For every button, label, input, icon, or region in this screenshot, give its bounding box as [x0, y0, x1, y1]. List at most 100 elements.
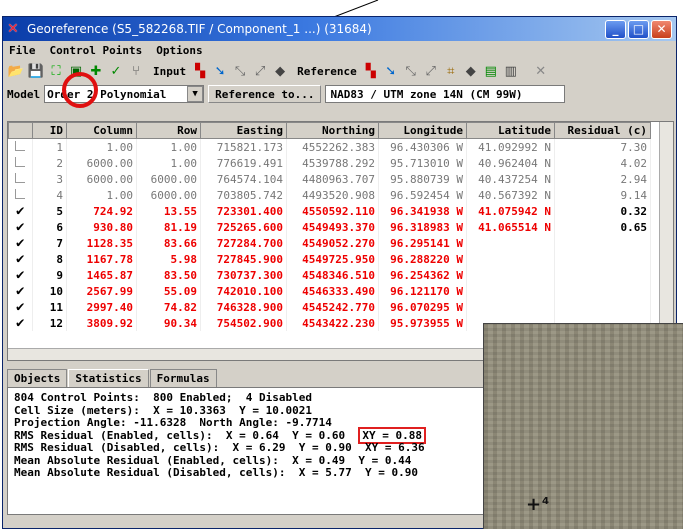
table-row[interactable]: 3 6000.00 6000.00 764574.104 4480963.707 95.8…: [8, 171, 651, 187]
minimize-button[interactable]: _: [605, 19, 626, 39]
checkmark-icon[interactable]: ✔: [8, 203, 33, 219]
table-cell-n: 4545242.770: [286, 299, 379, 315]
close-button[interactable]: ✕: [651, 19, 672, 39]
table-cell-n: 4552262.383: [286, 138, 379, 155]
header-northing[interactable]: Northing: [286, 122, 379, 139]
table-cell-id: 11: [32, 299, 67, 315]
fit-icon[interactable]: ⛶: [47, 62, 65, 80]
table-cell-col: 2567.99: [66, 283, 137, 299]
table-row[interactable]: ✔ 11 2997.40 74.82 746328.900 4545242.770 96.0…: [8, 299, 651, 315]
model-bar: Model Order 2 Polynomial ▼ Reference to.…: [3, 83, 676, 105]
table-cell-lat: 40.437254 N: [466, 171, 555, 187]
table-cell-e: 776619.491: [200, 155, 287, 171]
table-cell-row: 13.55: [136, 203, 201, 219]
checkbox-empty-icon[interactable]: [8, 155, 33, 171]
table-cell-id: 9: [32, 267, 67, 283]
header-easting[interactable]: Easting: [200, 122, 287, 139]
table-cell-lon: 96.341938 W: [378, 203, 467, 219]
checkmark-icon[interactable]: ✔: [8, 315, 33, 331]
checkmark-icon[interactable]: ✔: [8, 267, 33, 283]
reference-to-button[interactable]: Reference to...: [208, 85, 322, 103]
checkbox-empty-icon[interactable]: [8, 138, 33, 155]
table-cell-id: 7: [32, 235, 67, 251]
reference-label: Reference: [297, 64, 357, 78]
table-cell-id: 1: [32, 138, 67, 155]
aerial-image-view: + 1 + 4: [483, 323, 683, 529]
menu-options[interactable]: Options: [156, 44, 202, 57]
reference-zoom-icon[interactable]: ⤡: [402, 62, 420, 80]
table-row[interactable]: ✔ 9 1465.87 83.50 730737.300 4548346.510 96.25…: [8, 267, 651, 283]
table-cell-n: 4549725.950: [286, 251, 379, 267]
chevron-down-icon[interactable]: ▼: [187, 86, 204, 102]
header-longitude[interactable]: Longitude: [378, 122, 467, 139]
layer-icon[interactable]: ▤: [482, 62, 500, 80]
checkmark-icon[interactable]: ✔: [8, 219, 33, 235]
table-cell-lon: 95.880739 W: [378, 171, 467, 187]
input-label: Input: [153, 64, 187, 78]
tab-objects[interactable]: Objects: [7, 369, 68, 387]
table-row[interactable]: 4 1.00 6000.00 703805.742 4493520.908 96.5924…: [8, 187, 651, 203]
table-cell-row: 5.98: [136, 251, 201, 267]
reference-cursor-icon[interactable]: ➘: [382, 62, 400, 80]
table-cell-lon: 96.318983 W: [378, 219, 467, 235]
table-cell-res: [554, 283, 651, 299]
input-zoom-icon[interactable]: ⤡: [231, 62, 249, 80]
table-cell-row: 83.66: [136, 235, 201, 251]
check-icon[interactable]: ✓: [107, 62, 125, 80]
table-row[interactable]: ✔ 6 930.80 81.19 725265.600 4549493.370 96.318…: [8, 219, 651, 235]
header-row[interactable]: Row: [136, 122, 201, 139]
table-cell-row: 90.34: [136, 315, 201, 331]
header-latitude[interactable]: Latitude: [466, 122, 555, 139]
layer-settings-icon[interactable]: ▥: [502, 62, 520, 80]
checkbox-empty-icon[interactable]: [8, 187, 33, 203]
maximize-button[interactable]: □: [628, 19, 649, 39]
table-cell-id: 3: [32, 171, 67, 187]
header-id[interactable]: ID: [32, 122, 67, 139]
table-cell-col: 6000.00: [66, 155, 137, 171]
table-row[interactable]: ✔ 10 2567.99 55.09 742010.100 4546333.490 96.1…: [8, 283, 651, 299]
table-header-row: ID Column Row Easting Northing Longitude…: [8, 122, 651, 139]
save-icon[interactable]: 💾: [27, 62, 45, 80]
table-cell-row: 83.50: [136, 267, 201, 283]
table-cell-id: 10: [32, 283, 67, 299]
checkmark-icon[interactable]: ✔: [8, 299, 33, 315]
table-row[interactable]: 2 6000.00 1.00 776619.491 4539788.292 95.7130…: [8, 155, 651, 171]
stats-mean-abs-disabled: Mean Absolute Residual (Disabled, cells)…: [14, 466, 418, 479]
open-icon[interactable]: 📂: [7, 62, 25, 80]
title-bar: ✕ Georeference (S5_582268.TIF / Componen…: [3, 17, 676, 41]
table-row[interactable]: 1 1.00 1.00 715821.173 4552262.383 96.430306 …: [8, 138, 651, 155]
reference-view-icon[interactable]: ▚: [362, 62, 380, 80]
header-column[interactable]: Column: [66, 122, 137, 139]
tab-statistics[interactable]: Statistics: [68, 369, 149, 387]
table-cell-lat: [466, 283, 555, 299]
highlight-circle: [62, 72, 98, 108]
delete-icon[interactable]: ✕: [532, 62, 550, 80]
table-cell-res: 0.65: [554, 219, 651, 235]
table-row[interactable]: ✔ 5 724.92 13.55 723301.400 4550592.110 96.341…: [8, 203, 651, 219]
table-cell-id: 12: [32, 315, 67, 331]
table-cell-lon: 96.430306 W: [378, 138, 467, 155]
control-point-marker-4[interactable]: +: [526, 494, 541, 515]
input-view-icon[interactable]: ▚: [191, 62, 209, 80]
tab-formulas[interactable]: Formulas: [149, 369, 217, 387]
model-label: Model: [7, 87, 41, 101]
table-cell-col: 6000.00: [66, 171, 137, 187]
reference-grid-icon[interactable]: ⌗: [442, 62, 460, 80]
menu-control-points[interactable]: Control Points: [50, 44, 143, 57]
input-locate-icon[interactable]: ◆: [271, 62, 289, 80]
table-cell-lon: 96.070295 W: [378, 299, 467, 315]
checkmark-icon[interactable]: ✔: [8, 235, 33, 251]
checkmark-icon[interactable]: ✔: [8, 251, 33, 267]
input-cursor-icon[interactable]: ➘: [211, 62, 229, 80]
table-cell-id: 8: [32, 251, 67, 267]
table-row[interactable]: ✔ 8 1167.78 5.98 727845.900 4549725.950 96.288…: [8, 251, 651, 267]
reference-pan-icon[interactable]: ⤢: [422, 62, 440, 80]
checkmark-icon[interactable]: ✔: [8, 283, 33, 299]
header-residual[interactable]: Residual (c): [554, 122, 651, 139]
input-pan-icon[interactable]: ⤢: [251, 62, 269, 80]
menu-file[interactable]: File: [9, 44, 36, 57]
prune-icon[interactable]: ⑂: [127, 62, 145, 80]
reference-locate-icon[interactable]: ◆: [462, 62, 480, 80]
table-row[interactable]: ✔ 7 1128.35 83.66 727284.700 4549052.270 96.29…: [8, 235, 651, 251]
checkbox-empty-icon[interactable]: [8, 171, 33, 187]
